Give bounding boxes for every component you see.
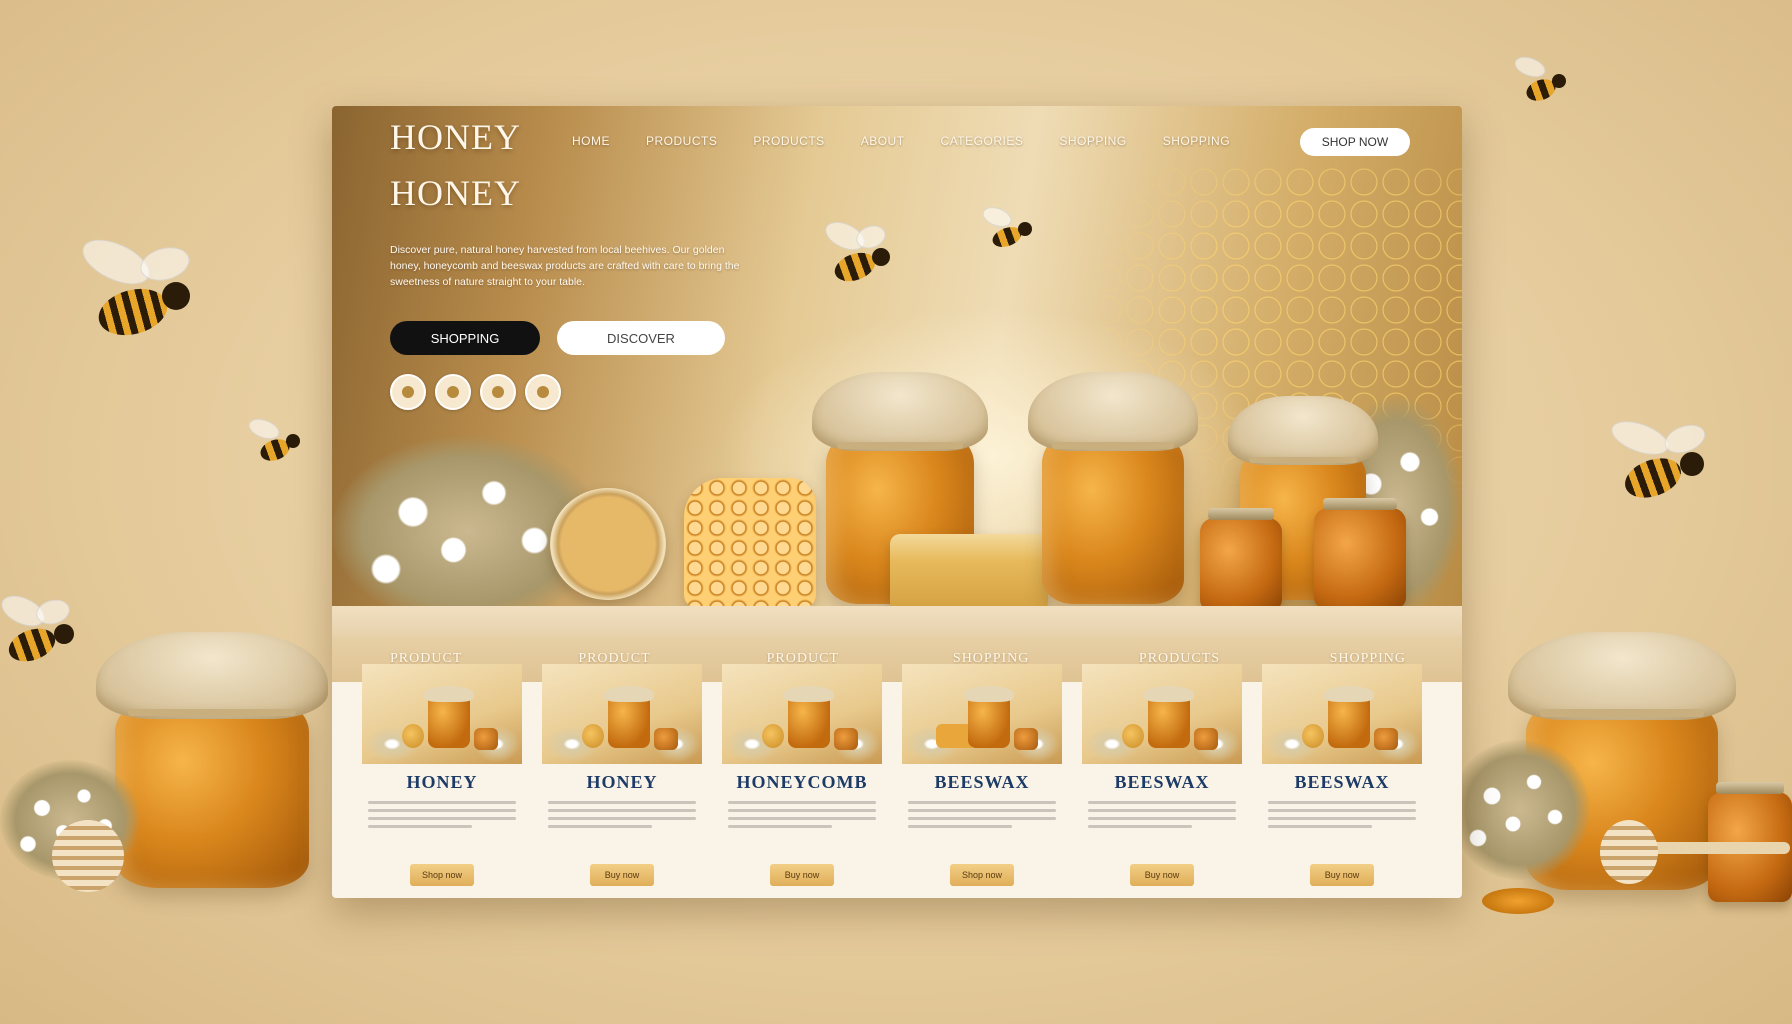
product-buy-button[interactable]: Buy now bbox=[1130, 864, 1194, 886]
website-window: HONEY HONEY HOME PRODUCTS PRODUCTS ABOUT… bbox=[332, 106, 1462, 898]
product-card[interactable]: HONEY Shop now bbox=[362, 664, 522, 894]
product-image[interactable] bbox=[542, 664, 702, 764]
slider-dot[interactable] bbox=[480, 374, 516, 410]
hero-description: Discover pure, natural honey harvested f… bbox=[390, 244, 740, 288]
product-buy-button[interactable]: Shop now bbox=[410, 864, 474, 886]
product-buy-button[interactable]: Buy now bbox=[1310, 864, 1374, 886]
nav-item-shopping-2[interactable]: SHOPPING bbox=[1163, 134, 1230, 148]
hero-section: HONEY HONEY HOME PRODUCTS PRODUCTS ABOUT… bbox=[332, 106, 1462, 636]
slider-dot[interactable] bbox=[525, 374, 561, 410]
nav-item-products-2[interactable]: PRODUCTS bbox=[753, 134, 824, 148]
product-image[interactable] bbox=[1262, 664, 1422, 764]
bee-icon bbox=[1607, 414, 1720, 516]
nav-item-categories[interactable]: CATEGORIES bbox=[941, 134, 1024, 148]
shopping-button[interactable]: SHOPPING bbox=[390, 321, 540, 355]
product-grid: HONEY Shop now HONEY Buy now HONEYCOMB B… bbox=[362, 664, 1432, 894]
nav-item-home[interactable]: HOME bbox=[572, 134, 610, 148]
honeycomb-image bbox=[684, 478, 816, 608]
product-image[interactable] bbox=[1082, 664, 1242, 764]
product-buy-button[interactable]: Buy now bbox=[770, 864, 834, 886]
slider-dot[interactable] bbox=[435, 374, 471, 410]
nav-item-shopping[interactable]: SHOPPING bbox=[1059, 134, 1126, 148]
main-nav: HOME PRODUCTS PRODUCTS ABOUT CATEGORIES … bbox=[572, 134, 1266, 148]
product-card[interactable]: BEESWAX Buy now bbox=[1262, 664, 1422, 894]
product-title[interactable]: HONEY bbox=[362, 772, 522, 793]
product-title[interactable]: BEESWAX bbox=[1262, 772, 1422, 793]
bee-icon bbox=[820, 216, 902, 296]
shop-now-button[interactable]: SHOP NOW bbox=[1300, 128, 1410, 156]
product-buy-button[interactable]: Buy now bbox=[590, 864, 654, 886]
product-description bbox=[1088, 801, 1236, 828]
product-buy-button[interactable]: Shop now bbox=[950, 864, 1014, 886]
bee-icon bbox=[245, 415, 304, 468]
logo-text[interactable]: HONEY bbox=[390, 116, 521, 158]
product-card[interactable]: HONEYCOMB Buy now bbox=[722, 664, 882, 894]
product-description bbox=[908, 801, 1056, 828]
product-image[interactable] bbox=[362, 664, 522, 764]
product-description bbox=[1268, 801, 1416, 828]
product-title[interactable]: HONEYCOMB bbox=[722, 772, 882, 793]
small-honey-jar-image bbox=[1314, 498, 1406, 608]
product-card[interactable]: BEESWAX Shop now bbox=[902, 664, 1062, 894]
product-description bbox=[728, 801, 876, 828]
honey-tin-image bbox=[550, 488, 666, 600]
product-title[interactable]: BEESWAX bbox=[902, 772, 1062, 793]
product-card[interactable]: BEESWAX Buy now bbox=[1082, 664, 1242, 894]
slider-dot[interactable] bbox=[390, 374, 426, 410]
nav-item-products[interactable]: PRODUCTS bbox=[646, 134, 717, 148]
small-honey-jar-image bbox=[1200, 508, 1282, 610]
product-card[interactable]: HONEY Buy now bbox=[542, 664, 702, 894]
bee-icon bbox=[75, 230, 210, 354]
hero-title: HONEY bbox=[390, 173, 521, 213]
bee-icon bbox=[1511, 53, 1574, 110]
honey-drop-image bbox=[1482, 888, 1554, 914]
bee-icon bbox=[979, 203, 1036, 256]
beeswax-tin-image bbox=[890, 534, 1048, 612]
product-title[interactable]: BEESWAX bbox=[1082, 772, 1242, 793]
discover-button[interactable]: DISCOVER bbox=[557, 321, 725, 355]
product-image[interactable] bbox=[722, 664, 882, 764]
honey-jar-image bbox=[1028, 372, 1198, 604]
product-image[interactable] bbox=[902, 664, 1062, 764]
bee-icon bbox=[0, 589, 90, 678]
product-description bbox=[548, 801, 696, 828]
slider-dots bbox=[390, 374, 561, 410]
product-description bbox=[368, 801, 516, 828]
nav-item-about[interactable]: ABOUT bbox=[861, 134, 905, 148]
product-title[interactable]: HONEY bbox=[542, 772, 702, 793]
flowers-right-decoration bbox=[1450, 740, 1590, 880]
